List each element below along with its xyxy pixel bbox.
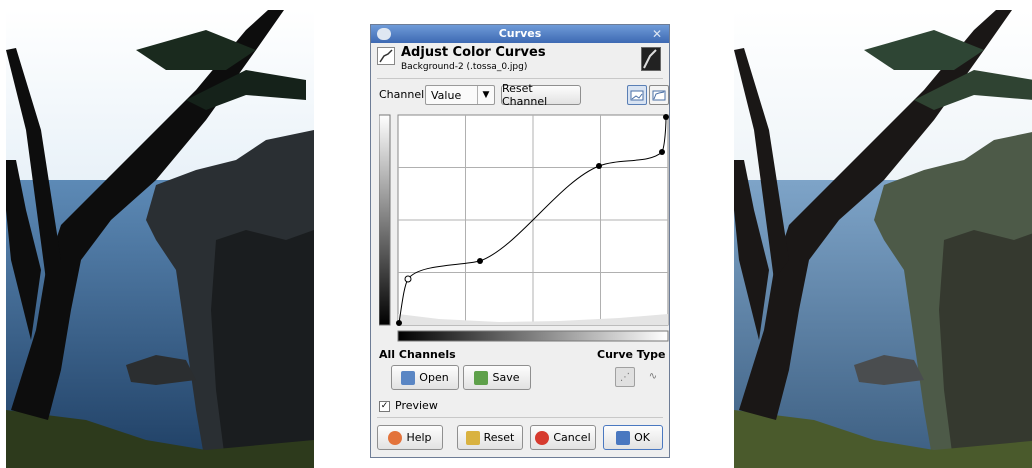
ok-icon <box>616 430 631 445</box>
photo-before <box>6 10 314 468</box>
curves-dialog: Curves ✕ Adjust Color Curves Background-… <box>370 24 670 458</box>
help-button[interactable]: Help <box>377 425 443 450</box>
save-label: Save <box>492 371 520 384</box>
save-icon <box>474 370 489 385</box>
control-point <box>396 320 402 326</box>
cancel-label: Cancel <box>553 431 591 444</box>
dialog-heading: Adjust Color Curves <box>401 45 546 60</box>
input-gradient-bar <box>379 114 391 326</box>
save-button[interactable]: Save <box>463 365 531 390</box>
curves-tool-icon <box>377 47 395 65</box>
channel-value: Value <box>431 89 462 102</box>
reset-label: Reset <box>483 431 515 444</box>
chevron-down-icon: ▼ <box>477 86 494 104</box>
image-thumbnail <box>641 47 661 71</box>
ok-button[interactable]: OK <box>603 425 663 450</box>
curve-graph[interactable] <box>379 114 669 359</box>
control-point <box>404 275 412 283</box>
output-gradient-bar <box>397 330 669 342</box>
preview-label: Preview <box>395 399 438 412</box>
reset-button[interactable]: Reset <box>457 425 523 450</box>
cancel-icon <box>535 430 550 445</box>
control-point <box>659 149 665 155</box>
freehand-curve-icon[interactable]: ∿ <box>643 367 663 387</box>
channel-select[interactable]: Value ▼ <box>425 85 495 105</box>
separator <box>377 78 663 79</box>
dialog-subtitle: Background-2 (.tossa_0.jpg) <box>401 62 528 72</box>
all-channels-label: All Channels <box>379 348 456 361</box>
help-icon <box>388 430 403 445</box>
folder-icon <box>401 370 416 385</box>
title-bar[interactable]: Curves ✕ <box>371 25 669 43</box>
help-label: Help <box>406 431 432 444</box>
ok-label: OK <box>634 431 650 444</box>
window-title: Curves <box>498 27 542 40</box>
log-histogram-icon[interactable] <box>649 85 669 105</box>
reset-channel-label: Reset Channel <box>502 82 548 108</box>
preview-checkbox[interactable]: ✓ <box>379 401 390 412</box>
cancel-button[interactable]: Cancel <box>530 425 596 450</box>
smooth-curve-icon[interactable]: ⋰ <box>615 367 635 387</box>
curve-type-label: Curve Type <box>597 348 666 361</box>
control-point <box>477 258 483 264</box>
reset-channel-button[interactable]: Reset Channel <box>501 82 581 108</box>
close-icon[interactable]: ✕ <box>650 27 664 41</box>
reset-icon <box>465 430 480 445</box>
open-label: Open <box>419 371 449 384</box>
control-point <box>663 114 669 120</box>
photo-after <box>734 10 1032 468</box>
channel-label: Channel: <box>379 88 428 101</box>
open-button[interactable]: Open <box>391 365 459 390</box>
control-point <box>596 163 602 169</box>
linear-histogram-icon[interactable] <box>627 85 647 105</box>
separator <box>377 417 663 418</box>
